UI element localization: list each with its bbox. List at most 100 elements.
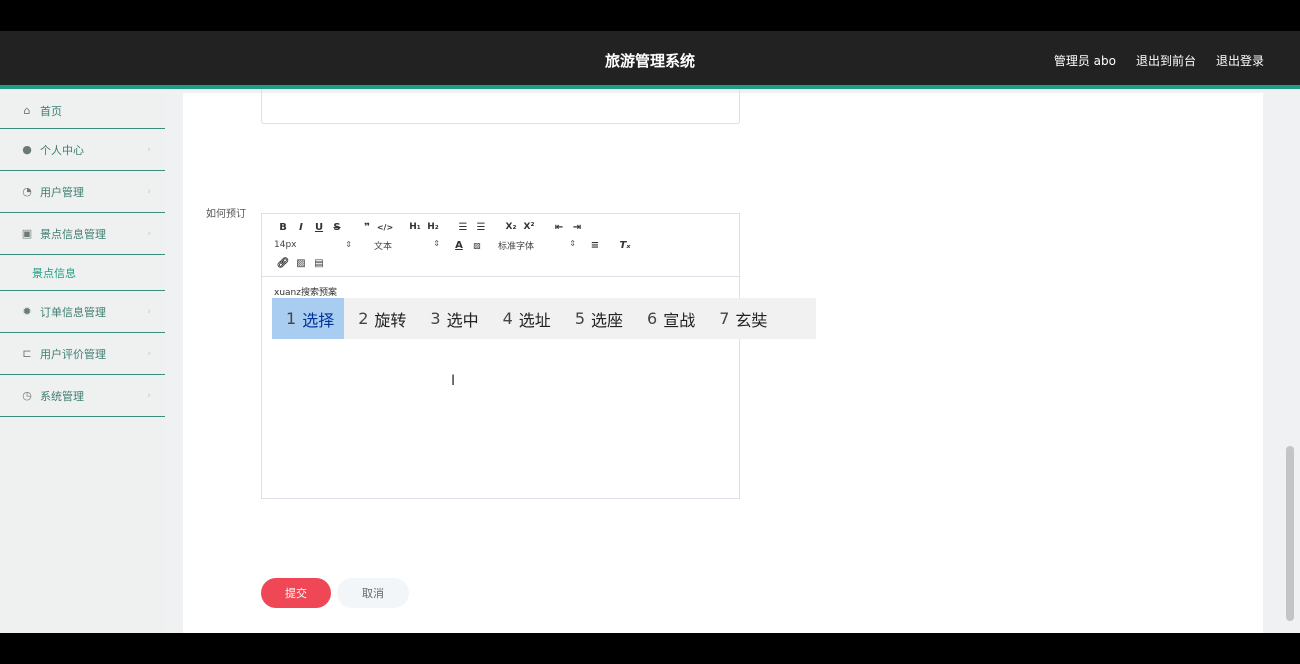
current-user[interactable]: 管理员 abo [1054,52,1116,69]
ime-candidate-text: 玄奘 [735,310,768,330]
ime-candidate[interactable]: 2 旋转 [344,298,416,339]
ime-candidate-number: 3 [430,309,441,328]
field-label-booking: 如何预订 [206,209,246,220]
sidebar-item-reviews[interactable]: ⊏ 用户评价管理 › [0,333,165,375]
sidebar-item-profile[interactable]: ● 个人中心 › [0,129,165,171]
ime-candidate[interactable]: 5 选座 [561,298,633,339]
scrollbar-thumb[interactable] [1286,446,1294,621]
heading1-icon[interactable]: H₁ [406,222,424,232]
sidebar-item-users[interactable]: ◔ 用户管理 › [0,171,165,213]
user-icon: ● [22,143,32,156]
sidebar-item-label: 用户评价管理 [40,347,106,361]
clock-icon: ◷ [22,389,32,402]
select-arrow-icon: ⇕ [345,240,352,249]
ordered-list-icon[interactable]: ☰ [454,222,472,233]
chevron-icon: › [147,228,151,239]
text-type-select[interactable]: 文本 ⇕ [362,239,440,252]
ime-candidate-number: 1 [286,309,297,328]
sidebar-subitem-label: 景点信息 [32,266,76,280]
video-icon[interactable]: ▤ [310,258,328,269]
chevron-icon: › [147,390,151,401]
gear-icon: ✹ [22,305,32,318]
clear-format-icon[interactable]: Tₓ [616,240,634,251]
ime-candidate-bar: 1 选择 2 旋转 3 选中 4 选址 5 选座 6 宣战 7 玄奘 [272,298,816,339]
main-content: 如何预订 B I U S ❞ </> H₁ H₂ ☰ ☰ X₂ X² ⇤ ⇥ 1… [183,89,1263,633]
sidebar-item-label: 系统管理 [40,389,84,403]
ime-candidate-number: 2 [358,309,369,328]
sidebar-item-system[interactable]: ◷ 系统管理 › [0,375,165,417]
subscript-icon[interactable]: X₂ [502,222,520,232]
font-size-value: 14px [274,240,297,250]
ime-candidate-number: 5 [574,309,585,328]
italic-icon[interactable]: I [292,222,310,233]
sidebar-item-orders[interactable]: ✹ 订单信息管理 › [0,291,165,333]
header-actions: 管理员 abo 退出到前台 退出登录 [1054,52,1264,69]
font-family-select[interactable]: 标准字体 ⇕ [498,239,576,252]
cart-icon: ⊏ [22,347,32,360]
ime-candidate-text: 宣战 [663,310,696,330]
link-icon[interactable]: 🔗︎ [274,258,292,269]
bullet-list-icon[interactable]: ☰ [472,222,490,233]
page-scrollbar[interactable] [1281,93,1300,633]
ime-candidate-text: 选中 [446,310,479,330]
back-to-front-link[interactable]: 退出到前台 [1136,52,1196,69]
indent-icon[interactable]: ⇥ [568,222,586,233]
select-arrow-icon: ⇕ [569,238,576,248]
ime-candidate-number: 6 [647,309,658,328]
sidebar-item-label: 个人中心 [40,143,84,157]
sidebar-item-label: 订单信息管理 [40,305,106,319]
chevron-icon: › [147,186,151,197]
ime-candidate[interactable]: 3 选中 [416,298,488,339]
strikethrough-icon[interactable]: S [328,222,346,233]
ime-candidate-text: 选择 [302,310,335,330]
superscript-icon[interactable]: X² [520,222,538,232]
chevron-icon: › [147,144,151,155]
select-arrow-icon: ⇕ [433,238,440,248]
background-color-icon[interactable]: ▨ [468,241,486,250]
ime-candidate-text: 旋转 [374,310,407,330]
ime-candidate-number: 4 [502,309,513,328]
font-family-value: 标准字体 [498,241,535,252]
image-icon[interactable]: ▨ [292,258,310,269]
editor-toolbar: B I U S ❞ </> H₁ H₂ ☰ ☰ X₂ X² ⇤ ⇥ 14px ⇕… [262,214,739,277]
sidebar-item-label: 首页 [40,104,62,118]
sidebar-item-attractions[interactable]: ▣ 景点信息管理 › [0,213,165,255]
sidebar-item-label: 景点信息管理 [40,227,106,241]
ime-candidate-text: 选座 [591,310,624,330]
align-icon[interactable]: ≡ [586,240,604,251]
sidebar-subitem-attraction-info[interactable]: 景点信息 [0,255,165,291]
text-cursor-icon: I [451,373,456,389]
sidebar-item-home[interactable]: ⌂ 首页 [0,93,165,129]
outdent-icon[interactable]: ⇤ [550,222,568,233]
rich-text-editor[interactable]: B I U S ❞ </> H₁ H₂ ☰ ☰ X₂ X² ⇤ ⇥ 14px ⇕… [261,213,740,499]
code-block-icon[interactable]: </> [376,223,394,232]
ime-candidate[interactable]: 7 玄奘 [705,298,777,339]
text-type-value: 文本 [374,241,393,252]
font-color-icon[interactable]: A [450,240,468,251]
editor-typed-text: xuanz搜索预案 [274,288,337,298]
font-size-select[interactable]: 14px ⇕ [274,240,352,250]
top-header: 旅游管理系统 管理员 abo 退出到前台 退出登录 [0,31,1300,89]
users-icon: ◔ [22,185,32,198]
sidebar-item-label: 用户管理 [40,185,84,199]
ime-candidate-text: 选址 [518,310,551,330]
chevron-icon: › [147,306,151,317]
cancel-button[interactable]: 取消 [337,578,409,608]
underline-icon[interactable]: U [310,222,328,233]
home-icon: ⌂ [23,104,31,117]
sidebar: ⌂ 首页 ● 个人中心 › ◔ 用户管理 › ▣ 景点信息管理 › 景点信息 ✹… [0,93,165,633]
submit-button[interactable]: 提交 [261,578,331,608]
previous-field-box[interactable] [261,89,740,124]
logout-link[interactable]: 退出登录 [1216,52,1264,69]
ime-candidate[interactable]: 1 选择 [272,298,345,339]
letterbox-top [0,0,1300,31]
grid-icon: ▣ [21,227,33,240]
ime-candidate[interactable]: 4 选址 [489,298,561,339]
ime-candidate[interactable]: 6 宣战 [633,298,705,339]
heading2-icon[interactable]: H₂ [424,222,442,232]
chevron-icon: › [147,348,151,359]
bold-icon[interactable]: B [274,222,292,233]
blockquote-icon[interactable]: ❞ [358,222,376,233]
ime-candidate-number: 7 [719,309,730,328]
letterbox-bottom [0,633,1300,664]
